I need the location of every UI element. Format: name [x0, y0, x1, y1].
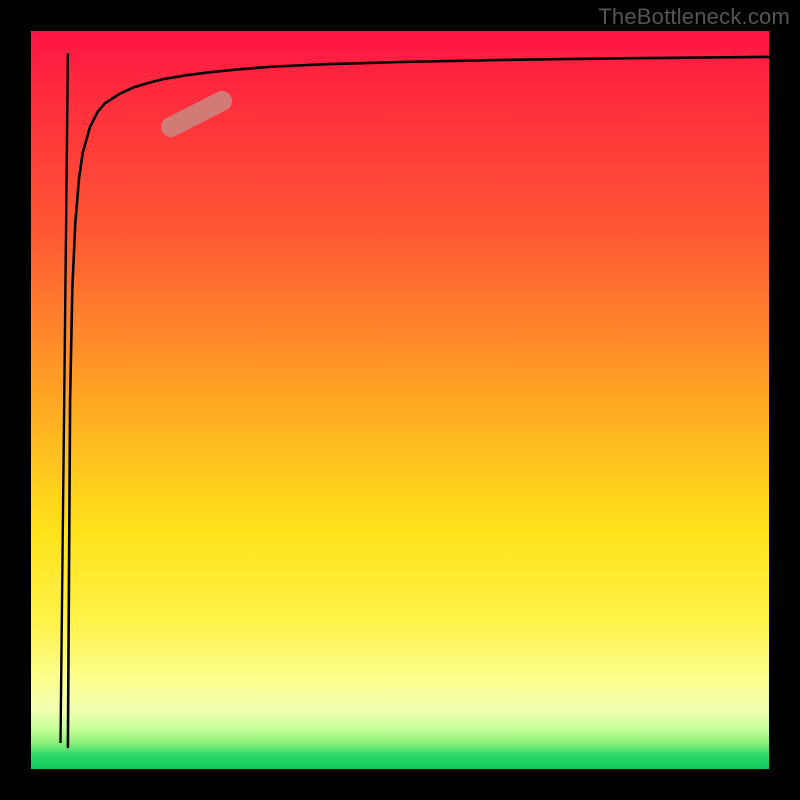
frame-bottom	[0, 769, 800, 800]
chart-stage: TheBottleneck.com	[0, 0, 800, 800]
frame-left	[0, 0, 31, 800]
watermark-text: TheBottleneck.com	[598, 4, 790, 30]
plot-background-gradient	[31, 31, 769, 769]
frame-right	[769, 0, 800, 800]
